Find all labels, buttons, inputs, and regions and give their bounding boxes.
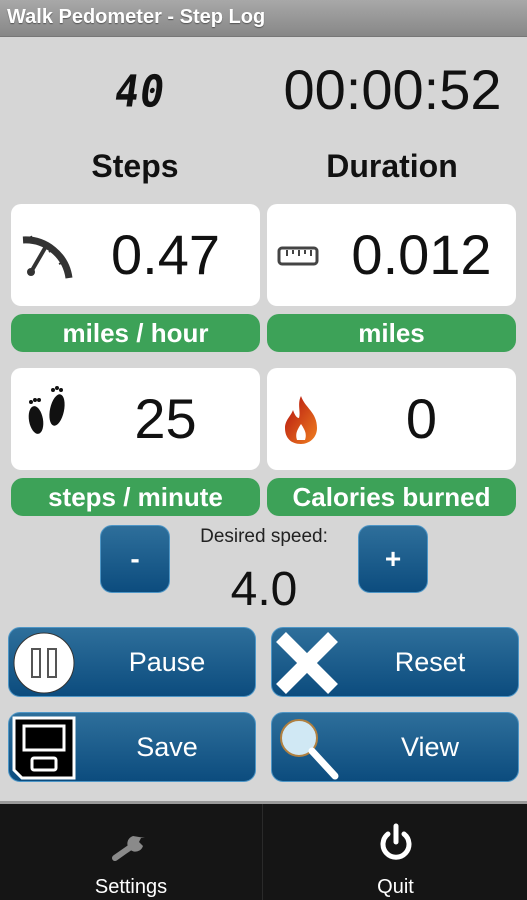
wrench-icon bbox=[112, 836, 145, 861]
distance-unit-label: miles bbox=[267, 314, 516, 352]
distance-value: 0.012 bbox=[351, 223, 492, 286]
reset-button[interactable]: Reset bbox=[271, 627, 519, 697]
pause-label: Pause bbox=[128, 647, 206, 677]
save-button[interactable]: Save bbox=[8, 712, 256, 782]
magnifier-icon bbox=[280, 719, 339, 780]
view-button[interactable]: View bbox=[271, 712, 519, 782]
quit-tab[interactable]: Quit bbox=[264, 804, 527, 900]
view-label: View bbox=[400, 732, 460, 762]
cadence-value: 25 bbox=[134, 387, 197, 450]
distance-card: 0.012 bbox=[267, 204, 516, 306]
speed-unit-label: miles / hour bbox=[11, 314, 260, 352]
speedometer-icon bbox=[22, 235, 73, 279]
ruler-icon bbox=[277, 246, 319, 266]
calories-card: 0 bbox=[267, 368, 516, 470]
app-title-bar: Walk Pedometer - Step Log bbox=[0, 0, 527, 37]
floppy-disk-icon bbox=[12, 716, 76, 780]
steps-heading: Steps bbox=[91, 148, 179, 184]
cadence-card: 25 bbox=[11, 368, 260, 470]
increase-speed-button[interactable]: + bbox=[358, 525, 428, 593]
desired-speed-value: 4.0 bbox=[230, 563, 298, 616]
bottom-nav: Settings Quit bbox=[0, 801, 527, 900]
quit-label: Quit bbox=[377, 876, 414, 898]
duration-heading: Duration bbox=[326, 148, 458, 184]
pause-button[interactable]: Pause bbox=[8, 627, 256, 697]
footprints-icon bbox=[28, 386, 65, 434]
speed-card: 0.47 bbox=[11, 204, 260, 306]
calories-value: 0 bbox=[405, 387, 438, 450]
cadence-unit-label: steps / minute bbox=[11, 478, 260, 516]
settings-tab[interactable]: Settings bbox=[0, 804, 263, 900]
power-icon bbox=[380, 823, 411, 860]
reset-label: Reset bbox=[394, 647, 466, 677]
calories-unit-label: Calories burned bbox=[267, 478, 516, 516]
save-label: Save bbox=[136, 732, 198, 762]
close-icon bbox=[276, 632, 338, 694]
settings-label: Settings bbox=[94, 876, 168, 898]
pause-icon bbox=[13, 632, 75, 694]
duration-timer: 00:00:52 bbox=[283, 58, 502, 121]
app-title: Walk Pedometer - Step Log bbox=[7, 6, 266, 28]
desired-speed-label: Desired speed: bbox=[200, 526, 328, 547]
flame-icon bbox=[285, 396, 317, 444]
decrease-speed-button[interactable]: - bbox=[100, 525, 170, 593]
speed-value: 0.47 bbox=[111, 223, 220, 286]
steps-counter: 40 bbox=[111, 66, 169, 118]
